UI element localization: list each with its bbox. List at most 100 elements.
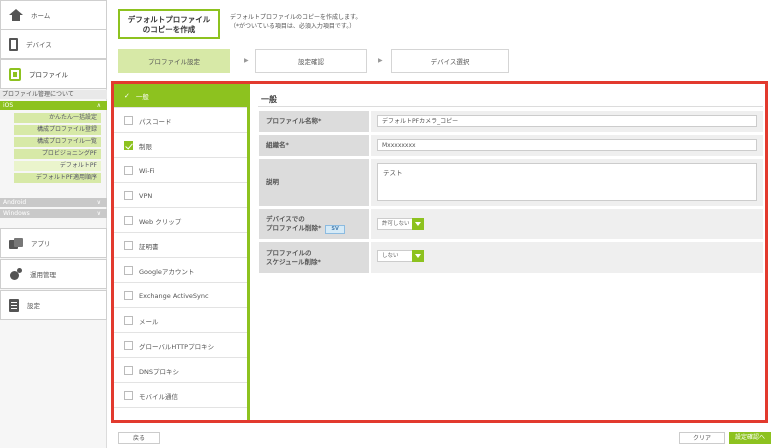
menu-item-global-proxy[interactable]: グローバルHTTPプロキシ bbox=[114, 334, 247, 358]
description-cell: テスト bbox=[371, 159, 763, 206]
nav-ios-toggle[interactable]: iOS ∧ bbox=[0, 101, 107, 110]
confirm-settings-button[interactable]: 設定確認へ bbox=[729, 432, 771, 444]
description-label: 説明 bbox=[259, 159, 369, 206]
org-cell: Mxxxxxxxx bbox=[371, 135, 763, 156]
schedule-delete-select[interactable]: しない bbox=[377, 250, 424, 262]
checkbox[interactable] bbox=[124, 266, 133, 275]
nav-ios-provisioning[interactable]: プロビジョニングPF bbox=[14, 149, 101, 159]
device-delete-label-line1: デバイスでの bbox=[266, 214, 305, 223]
row-description: 説明 テスト bbox=[259, 159, 763, 206]
checkbox[interactable] bbox=[124, 241, 133, 250]
nav-ios-config-list[interactable]: 構成プロファイル一覧 bbox=[14, 137, 101, 147]
menu-item-certificate[interactable]: 証明書 bbox=[114, 234, 247, 258]
checkbox[interactable] bbox=[124, 216, 133, 225]
menu-item-restrictions[interactable]: 制限 bbox=[114, 134, 247, 158]
form-divider bbox=[258, 106, 763, 107]
nav-device-label: デバイス bbox=[26, 41, 52, 49]
row-profile-name: プロファイル名称* デフォルトPFカメラ_コピー bbox=[259, 111, 763, 132]
nav-ios-default-pf[interactable]: デフォルトPF bbox=[14, 161, 101, 171]
nav-android-toggle[interactable]: Android ∨ bbox=[0, 198, 107, 207]
nav-ios-easy-setup[interactable]: かんたん一括設定 bbox=[14, 113, 101, 123]
step-arrow-icon: ▶ bbox=[378, 57, 383, 64]
schedule-delete-label-line1: プロファイルの bbox=[266, 248, 312, 257]
nav-profile[interactable]: プロファイル bbox=[0, 59, 107, 89]
chevron-up-icon: ∧ bbox=[96, 102, 101, 109]
nav-app[interactable]: アプリ bbox=[0, 228, 107, 258]
menu-item-label: 一般 bbox=[135, 92, 149, 101]
checkbox[interactable] bbox=[124, 341, 133, 350]
nav-settings[interactable]: 設定 bbox=[0, 290, 107, 320]
menu-item-label: モバイル通信 bbox=[139, 392, 178, 401]
schedule-delete-label: プロファイルの スケジュール削除* bbox=[259, 242, 369, 273]
menu-item-general[interactable]: ✓ 一般 bbox=[114, 84, 247, 108]
form-title: 一般 bbox=[261, 95, 277, 104]
page-title: デフォルトプロファイル のコピーを作成 bbox=[118, 9, 220, 39]
menu-item-passcode[interactable]: パスコード bbox=[114, 109, 247, 133]
menu-item-dns-proxy[interactable]: DNSプロキシ bbox=[114, 359, 247, 383]
org-label: 組織名* bbox=[259, 135, 369, 156]
menu-item-wifi[interactable]: Wi-Fi bbox=[114, 159, 247, 183]
menu-item-cellular[interactable]: モバイル通信 bbox=[114, 384, 247, 408]
menu-item-label: Wi-Fi bbox=[139, 166, 155, 175]
nav-operation[interactable]: 運用管理 bbox=[0, 259, 107, 289]
checkbox[interactable] bbox=[124, 116, 133, 125]
device-delete-label-line2: プロファイル削除* SV bbox=[266, 224, 369, 234]
checkbox[interactable] bbox=[124, 366, 133, 375]
page-description: デフォルトプロファイルのコピーを作成します。 （*がついている項目は、必須入力項… bbox=[230, 14, 362, 30]
checkbox[interactable] bbox=[124, 191, 133, 200]
menu-item-label: Googleアカウント bbox=[139, 267, 195, 276]
back-button[interactable]: 戻る bbox=[118, 432, 160, 444]
profile-name-label: プロファイル名称* bbox=[259, 111, 369, 132]
step-confirm: 設定確認 bbox=[255, 49, 367, 73]
device-delete-cell: 許可しない bbox=[371, 209, 763, 239]
checkbox[interactable] bbox=[124, 166, 133, 175]
app-root: ホーム デバイス プロファイル プロファイル管理について iOS ∧ かんたん一… bbox=[0, 0, 774, 448]
device-icon bbox=[9, 37, 18, 51]
device-delete-select[interactable]: 許可しない bbox=[377, 218, 424, 230]
checkbox-checked[interactable] bbox=[124, 141, 133, 150]
nav-device[interactable]: デバイス bbox=[0, 29, 107, 59]
step-profile-settings: プロファイル設定 bbox=[118, 49, 230, 73]
chevron-down-icon bbox=[412, 250, 424, 262]
row-device-delete: デバイスでの プロファイル削除* SV 許可しない bbox=[259, 209, 763, 239]
chevron-down-icon: ∨ bbox=[96, 199, 101, 206]
step-arrow-icon: ▶ bbox=[244, 57, 249, 64]
menu-item-vpn[interactable]: VPN bbox=[114, 184, 247, 208]
nav-settings-label: 設定 bbox=[27, 302, 40, 310]
org-input[interactable]: Mxxxxxxxx bbox=[377, 139, 757, 151]
nav-profile-about[interactable]: プロファイル管理について bbox=[0, 90, 107, 99]
schedule-delete-cell: しない bbox=[371, 242, 763, 273]
menu-item-label: グローバルHTTPプロキシ bbox=[139, 342, 215, 351]
nav-ios-config-register[interactable]: 構成プロファイル登録 bbox=[14, 125, 101, 135]
row-schedule-delete: プロファイルの スケジュール削除* しない bbox=[259, 242, 763, 273]
menu-item-label: VPN bbox=[139, 191, 153, 200]
menu-item-mail[interactable]: メール bbox=[114, 309, 247, 333]
nav-profile-label: プロファイル bbox=[29, 71, 68, 79]
chevron-down-icon: ∨ bbox=[96, 210, 101, 217]
checkbox[interactable] bbox=[124, 316, 133, 325]
windows-label: Windows bbox=[3, 210, 30, 217]
nav-windows-toggle[interactable]: Windows ∨ bbox=[0, 209, 107, 218]
menu-item-webclip[interactable]: Web クリップ bbox=[114, 209, 247, 233]
nav-home-label: ホーム bbox=[31, 12, 51, 20]
description-textarea[interactable]: テスト bbox=[377, 163, 757, 201]
profile-name-input[interactable]: デフォルトPFカメラ_コピー bbox=[377, 115, 757, 127]
menu-item-exchange[interactable]: Exchange ActiveSync bbox=[114, 284, 247, 308]
menu-item-label: パスコード bbox=[139, 117, 172, 126]
checkbox[interactable] bbox=[124, 291, 133, 300]
menu-item-google-account[interactable]: Googleアカウント bbox=[114, 259, 247, 283]
profile-editor-panel: ✓ 一般 パスコード 制限 Wi-Fi VPN Web クリップ 証明書 Goo… bbox=[111, 81, 768, 423]
step-device-select: デバイス選択 bbox=[391, 49, 509, 73]
checkbox[interactable] bbox=[124, 391, 133, 400]
nav-home[interactable]: ホーム bbox=[0, 0, 107, 30]
ios-label: iOS bbox=[3, 102, 14, 109]
android-label: Android bbox=[3, 199, 27, 206]
nav-operation-label: 運用管理 bbox=[30, 271, 56, 279]
row-org: 組織名* Mxxxxxxxx bbox=[259, 135, 763, 156]
settings-icon bbox=[9, 298, 19, 312]
nav-ios-default-pf-order[interactable]: デフォルトPF適用順序 bbox=[14, 173, 101, 183]
clear-button[interactable]: クリア bbox=[679, 432, 725, 444]
payload-menu: ✓ 一般 パスコード 制限 Wi-Fi VPN Web クリップ 証明書 Goo… bbox=[114, 84, 250, 420]
menu-item-label: Web クリップ bbox=[139, 217, 182, 226]
profile-icon bbox=[9, 67, 21, 81]
